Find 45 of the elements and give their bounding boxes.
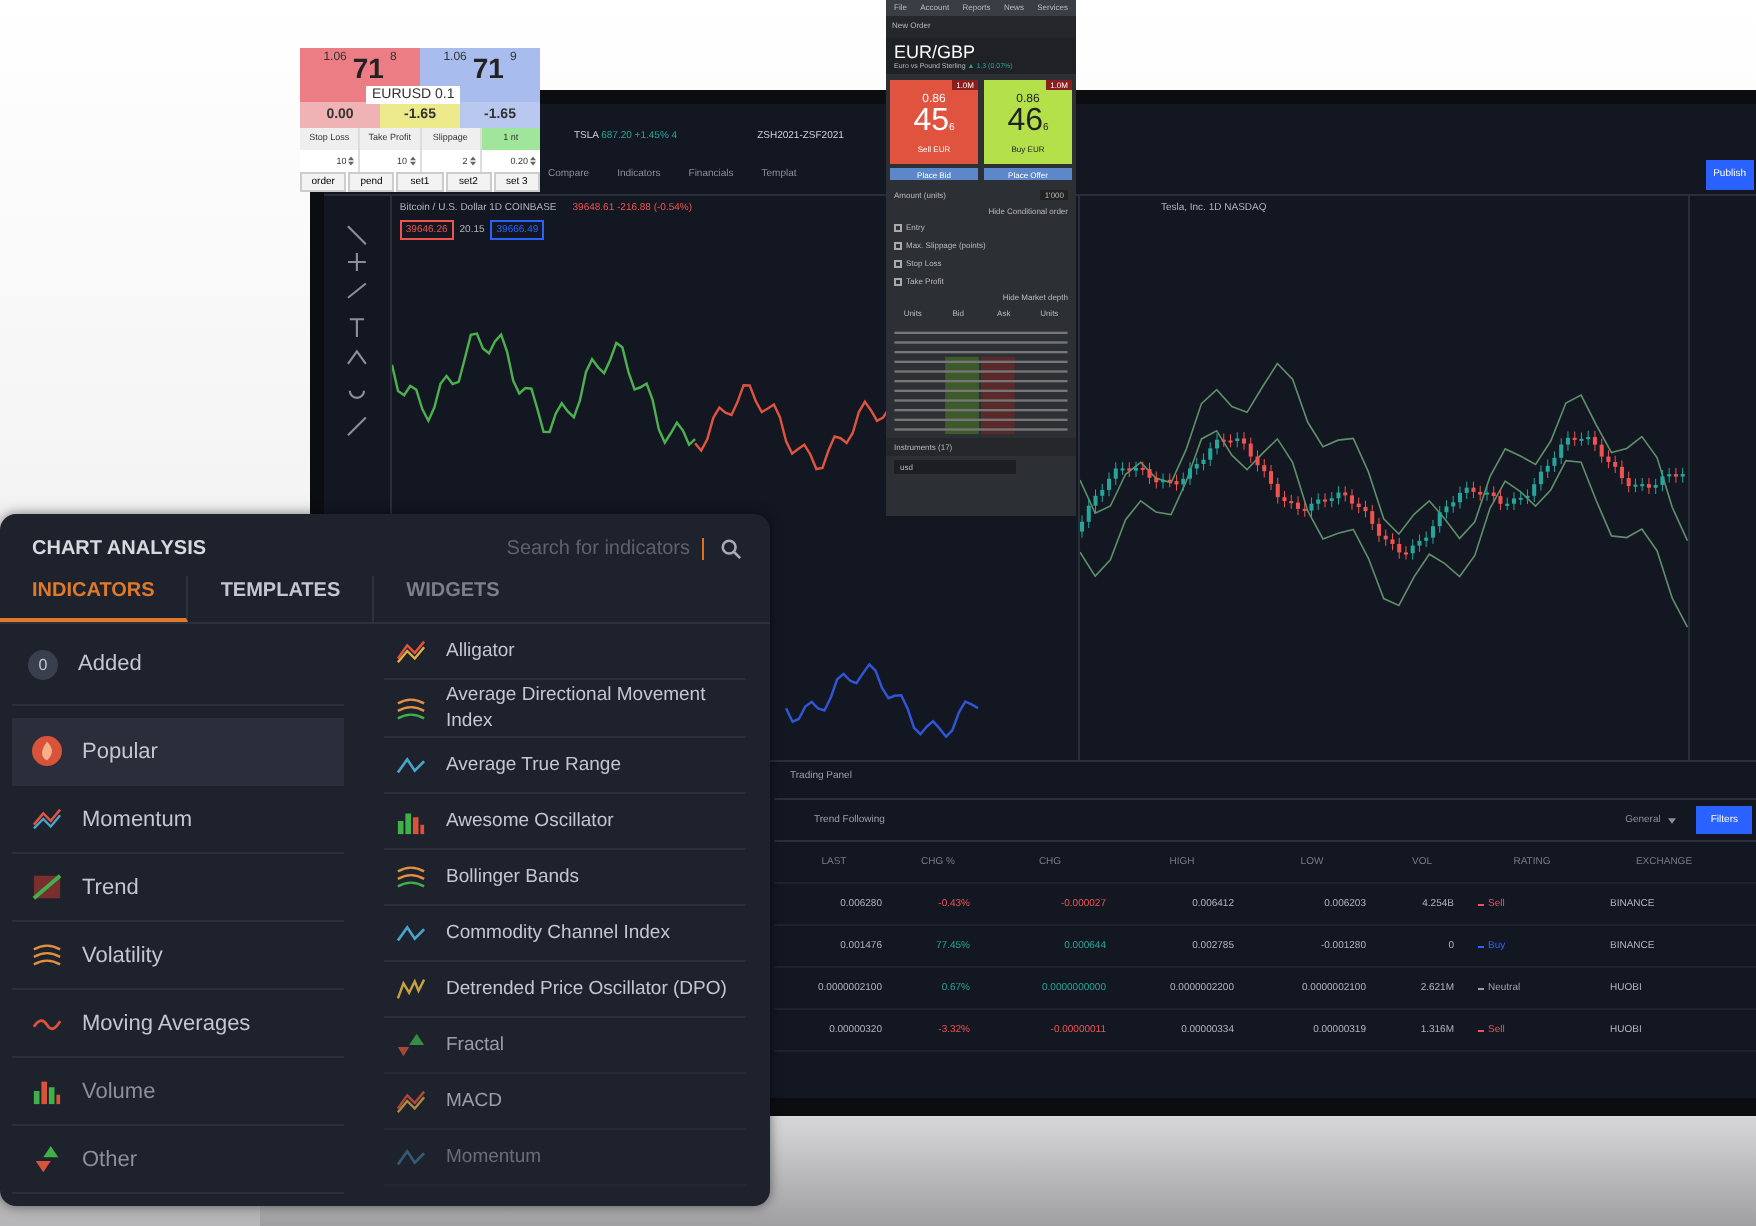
- category-item[interactable]: Trend: [12, 854, 344, 922]
- checkbox[interactable]: [894, 223, 902, 231]
- spinner-arrows-icon[interactable]: [469, 156, 476, 166]
- indicator-item[interactable]: Average True Range: [384, 738, 746, 794]
- caret-icon: [1668, 817, 1677, 823]
- tab[interactable]: TEMPLATES: [188, 576, 375, 622]
- spinner-arrows-icon[interactable]: [348, 156, 355, 166]
- bands-icon: [32, 940, 62, 970]
- pair-label[interactable]: EUR/GBP: [894, 42, 1068, 62]
- category-item[interactable]: Momentum: [12, 786, 344, 854]
- category-item[interactable]: Other: [12, 1126, 344, 1194]
- arrows-icon: [396, 1030, 426, 1060]
- spinner-arrows-icon[interactable]: [409, 156, 415, 166]
- tab[interactable]: WIDGETS: [374, 576, 532, 622]
- lines-icon: [396, 636, 426, 666]
- search-icon[interactable]: [720, 538, 742, 560]
- flame-icon: [32, 736, 62, 766]
- indicator-item[interactable]: Awesome Oscillator: [384, 794, 746, 850]
- indicator-item[interactable]: Alligator: [384, 624, 746, 680]
- cross-icon: [32, 872, 62, 902]
- category-item[interactable]: Volatility: [12, 922, 344, 990]
- category-item[interactable]: Volume: [12, 1058, 344, 1126]
- indicator-item[interactable]: Commodity Channel Index: [384, 906, 746, 962]
- tab[interactable]: INDICATORS: [0, 576, 189, 622]
- category-item[interactable]: Moving Averages: [12, 990, 344, 1058]
- category-item[interactable]: Added: [78, 652, 142, 676]
- lines-icon: [396, 1086, 426, 1116]
- spinner-arrows-icon[interactable]: [530, 156, 536, 166]
- checkbox[interactable]: [894, 241, 902, 249]
- indicator-item[interactable]: Detrended Price Oscillator (DPO): [384, 962, 746, 1018]
- indicator-item[interactable]: Average Directional Movement Index: [384, 680, 746, 738]
- indicator-item[interactable]: MACD: [384, 1074, 746, 1130]
- category-item[interactable]: Popular: [12, 718, 344, 786]
- bands-icon: [396, 862, 426, 892]
- wave-icon: [396, 974, 426, 1004]
- indicator-item[interactable]: Bollinger Bands: [384, 850, 746, 906]
- indicator-item[interactable]: Fractal: [384, 1018, 746, 1074]
- checkbox[interactable]: [894, 259, 902, 267]
- checkbox[interactable]: [894, 277, 902, 285]
- count-badge: 0: [28, 649, 58, 679]
- arrows-icon: [32, 1144, 62, 1174]
- bands-icon: [396, 693, 426, 723]
- bars-icon: [32, 1076, 62, 1106]
- lines-icon: [32, 804, 62, 834]
- panel-title: CHART ANALYSIS: [32, 538, 207, 560]
